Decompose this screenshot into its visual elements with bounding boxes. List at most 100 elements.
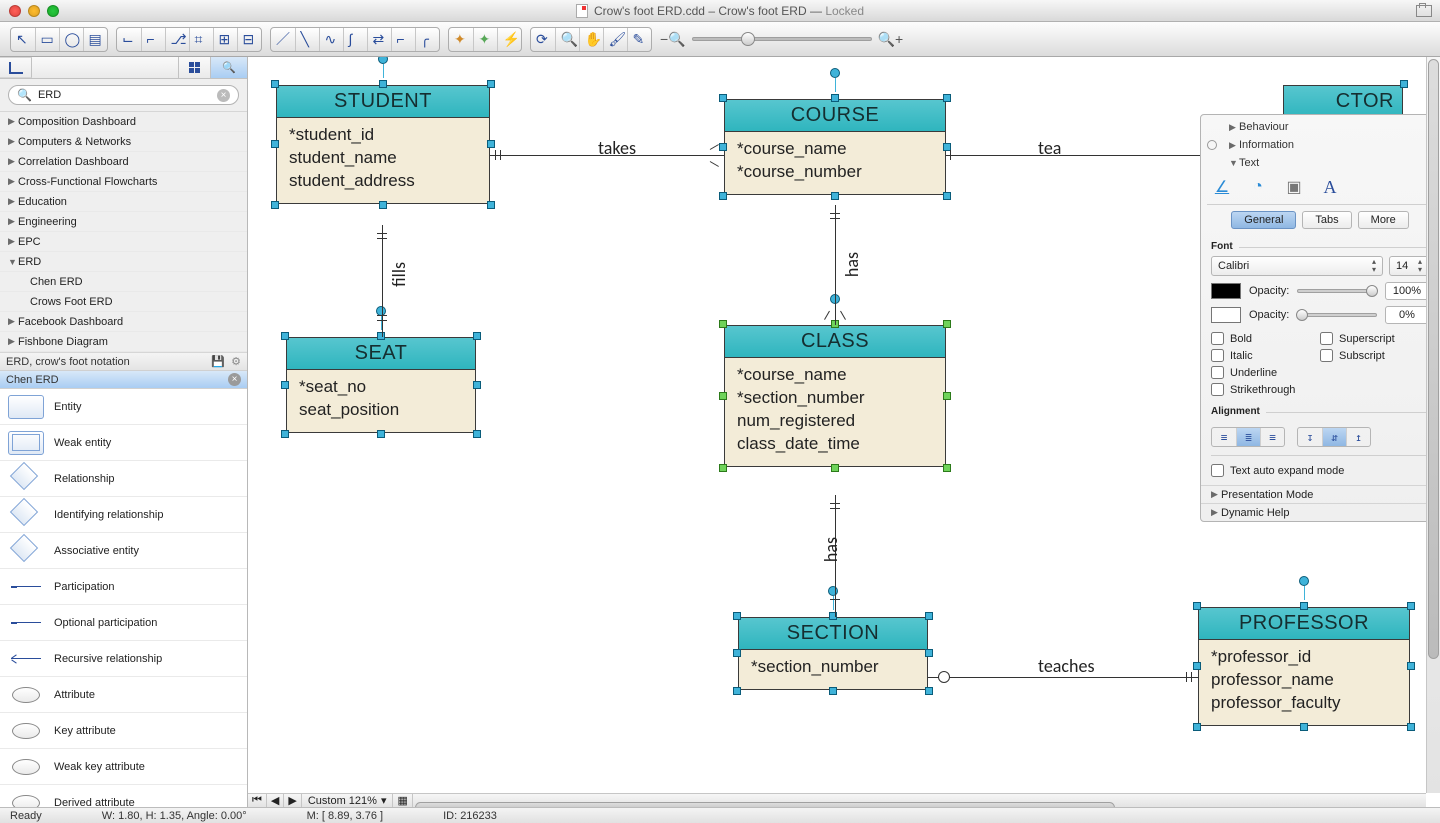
stencil-item[interactable]: Weak entity <box>0 425 247 461</box>
stencil-item[interactable]: Identifying relationship <box>0 497 247 533</box>
opacity-value-1[interactable]: 100% <box>1385 282 1429 300</box>
ellipse-tool[interactable]: ◯ <box>59 28 83 51</box>
effects-2-icon[interactable]: ✦ <box>473 28 497 51</box>
font-family-select[interactable]: Calibri▴▾ <box>1211 256 1383 276</box>
entity-professor[interactable]: PROFESSOR *professor_idprofessor_namepro… <box>1198 607 1410 726</box>
zoom-out-icon[interactable]: −🔍 <box>660 31 686 48</box>
section-dynamic-help[interactable]: ▶Dynamic Help <box>1201 503 1439 521</box>
tree-item[interactable]: ▶EPC <box>0 232 247 252</box>
library-tree[interactable]: ▶Composition Dashboard▶Computers & Netwo… <box>0 111 247 353</box>
stencil-item[interactable]: Participation <box>0 569 247 605</box>
tree-item[interactable]: ▼ERD <box>0 252 247 272</box>
tree-left-icon[interactable]: ⌙ <box>117 28 141 51</box>
save-stencil-icon[interactable]: 💾 <box>211 355 225 368</box>
text-tool[interactable]: ▤ <box>83 28 107 51</box>
format-painter-icon[interactable]: 🖌 <box>603 28 627 51</box>
stencil-item[interactable]: Entity <box>0 389 247 425</box>
entity-course[interactable]: COURSE *course_name*course_number <box>724 99 946 195</box>
right-angle-tool[interactable]: ⌐ <box>391 28 415 51</box>
tree-item[interactable]: ▶Fishbone Diagram <box>0 332 247 352</box>
cb-underline[interactable]: Underline <box>1211 366 1320 379</box>
tab-tabs[interactable]: Tabs <box>1302 211 1351 229</box>
sidebar-grid-tab[interactable] <box>179 57 211 78</box>
fullscreen-icon[interactable] <box>1416 5 1432 17</box>
canvas-vertical-scrollbar[interactable] <box>1426 57 1440 793</box>
disclosure-triangle-icon[interactable]: ▶ <box>8 136 18 147</box>
entity-section[interactable]: SECTION *section_number <box>738 617 928 690</box>
stencil-item[interactable]: Relationship <box>0 461 247 497</box>
zoom-in-icon[interactable]: 🔍 <box>555 28 579 51</box>
tree-item[interactable]: ▶Correlation Dashboard <box>0 152 247 172</box>
section-behaviour[interactable]: ▶Behaviour <box>1223 118 1433 136</box>
cb-superscript[interactable]: Superscript <box>1320 332 1429 345</box>
tree-item[interactable]: ▶Cross-Functional Flowcharts <box>0 172 247 192</box>
tab-more[interactable]: More <box>1358 211 1409 229</box>
tree-item[interactable]: ▶Computers & Networks <box>0 132 247 152</box>
disclosure-triangle-icon[interactable]: ▶ <box>8 216 18 227</box>
eyedropper-icon[interactable]: ✎ <box>627 28 651 51</box>
zoom-slider[interactable]: −🔍 🔍+ <box>660 31 903 48</box>
valign-segmented[interactable]: ↧⇵↥ <box>1297 427 1371 447</box>
window-close-button[interactable] <box>9 5 21 17</box>
stencil-item[interactable]: Optional participation <box>0 605 247 641</box>
hand-tool[interactable]: ✋ <box>579 28 603 51</box>
window-minimize-button[interactable] <box>28 5 40 17</box>
opacity-value-2[interactable]: 0% <box>1385 306 1429 324</box>
halign-segmented[interactable]: ≡≣≡ <box>1211 427 1285 447</box>
tab-general[interactable]: General <box>1231 211 1296 229</box>
cb-italic[interactable]: Italic <box>1211 349 1320 362</box>
tree-item[interactable]: Chen ERD <box>0 272 247 292</box>
tree-item[interactable]: ▶Engineering <box>0 212 247 232</box>
zoom-combo[interactable]: Custom 121% ▾ <box>302 794 394 808</box>
stencil-header-crows-foot[interactable]: ERD, crow's foot notation 💾⚙ <box>0 353 247 371</box>
stencil-item[interactable]: Derived attribute <box>0 785 247 807</box>
stencil-item[interactable]: Key attribute <box>0 713 247 749</box>
text-shadow-icon[interactable]: ▣ <box>1283 176 1305 198</box>
cb-bold[interactable]: Bold <box>1211 332 1320 345</box>
canvas-area[interactable]: STUDENT *student_idstudent_namestudent_a… <box>248 57 1440 807</box>
font-size-select[interactable]: 14▴▾ <box>1389 256 1429 276</box>
entity-seat[interactable]: SEAT *seat_noseat_position <box>286 337 476 433</box>
cb-text-auto-expand[interactable]: Text auto expand mode <box>1211 464 1429 477</box>
disclosure-triangle-icon[interactable]: ▼ <box>8 257 18 267</box>
stencil-item[interactable]: Associative entity <box>0 533 247 569</box>
zoom-refresh-icon[interactable]: ⟳ <box>531 28 555 51</box>
rect-tool[interactable]: ▭ <box>35 28 59 51</box>
window-zoom-button[interactable] <box>47 5 59 17</box>
section-information[interactable]: ▶Information <box>1223 136 1433 154</box>
view-mode-icon[interactable]: ▦ <box>393 794 412 808</box>
stencil-item[interactable]: Weak key attribute <box>0 749 247 785</box>
zoom-in-slider-icon[interactable]: 🔍+ <box>878 31 904 48</box>
tree-right-icon[interactable]: ⌐ <box>141 28 165 51</box>
clear-search-icon[interactable]: × <box>217 89 230 102</box>
tree-balance-icon[interactable]: ⊞ <box>213 28 237 51</box>
line-tool[interactable]: ／ <box>271 28 295 51</box>
pointer-tool[interactable]: ↖ <box>11 28 35 51</box>
disclosure-triangle-icon[interactable]: ▶ <box>8 336 18 347</box>
library-search-input[interactable]: 🔍 ERD × <box>8 85 239 105</box>
opacity-slider-2[interactable] <box>1297 313 1377 317</box>
page-next-icon[interactable]: ▶ <box>284 794 301 808</box>
cb-strikethrough[interactable]: Strikethrough <box>1211 383 1320 396</box>
sidebar-search-tab[interactable]: 🔍 <box>211 57 247 78</box>
rapid-draw-icon[interactable]: ⚡ <box>497 28 521 51</box>
text-underline-color-icon[interactable]: ∠ <box>1211 176 1233 198</box>
tree-compact-icon[interactable]: ⊟ <box>237 28 261 51</box>
page-prev-icon[interactable]: ◀ <box>267 794 284 808</box>
tree-up-icon[interactable]: ⌗ <box>189 28 213 51</box>
disclosure-triangle-icon[interactable]: ▶ <box>8 236 18 247</box>
stencil-header-chen-erd[interactable]: Chen ERD × <box>0 371 247 389</box>
text-bg-swatch[interactable] <box>1211 307 1241 323</box>
text-fill-icon[interactable]: ◔ <box>1247 176 1269 198</box>
disclosure-triangle-icon[interactable]: ▶ <box>8 196 18 207</box>
spline-tool[interactable]: ∿ <box>319 28 343 51</box>
effects-1-icon[interactable]: ✦ <box>449 28 473 51</box>
smart-connector-tool[interactable]: ⇄ <box>367 28 391 51</box>
tree-item[interactable]: ▶Composition Dashboard <box>0 112 247 132</box>
stencil-list[interactable]: EntityWeak entityRelationshipIdentifying… <box>0 389 247 807</box>
tree-down-icon[interactable]: ⎇ <box>165 28 189 51</box>
arc-tool[interactable]: ╲ <box>295 28 319 51</box>
opacity-slider-1[interactable] <box>1297 289 1377 293</box>
entity-class[interactable]: CLASS *course_name*section_numbernum_reg… <box>724 325 946 467</box>
stencil-item[interactable]: Recursive relationship <box>0 641 247 677</box>
